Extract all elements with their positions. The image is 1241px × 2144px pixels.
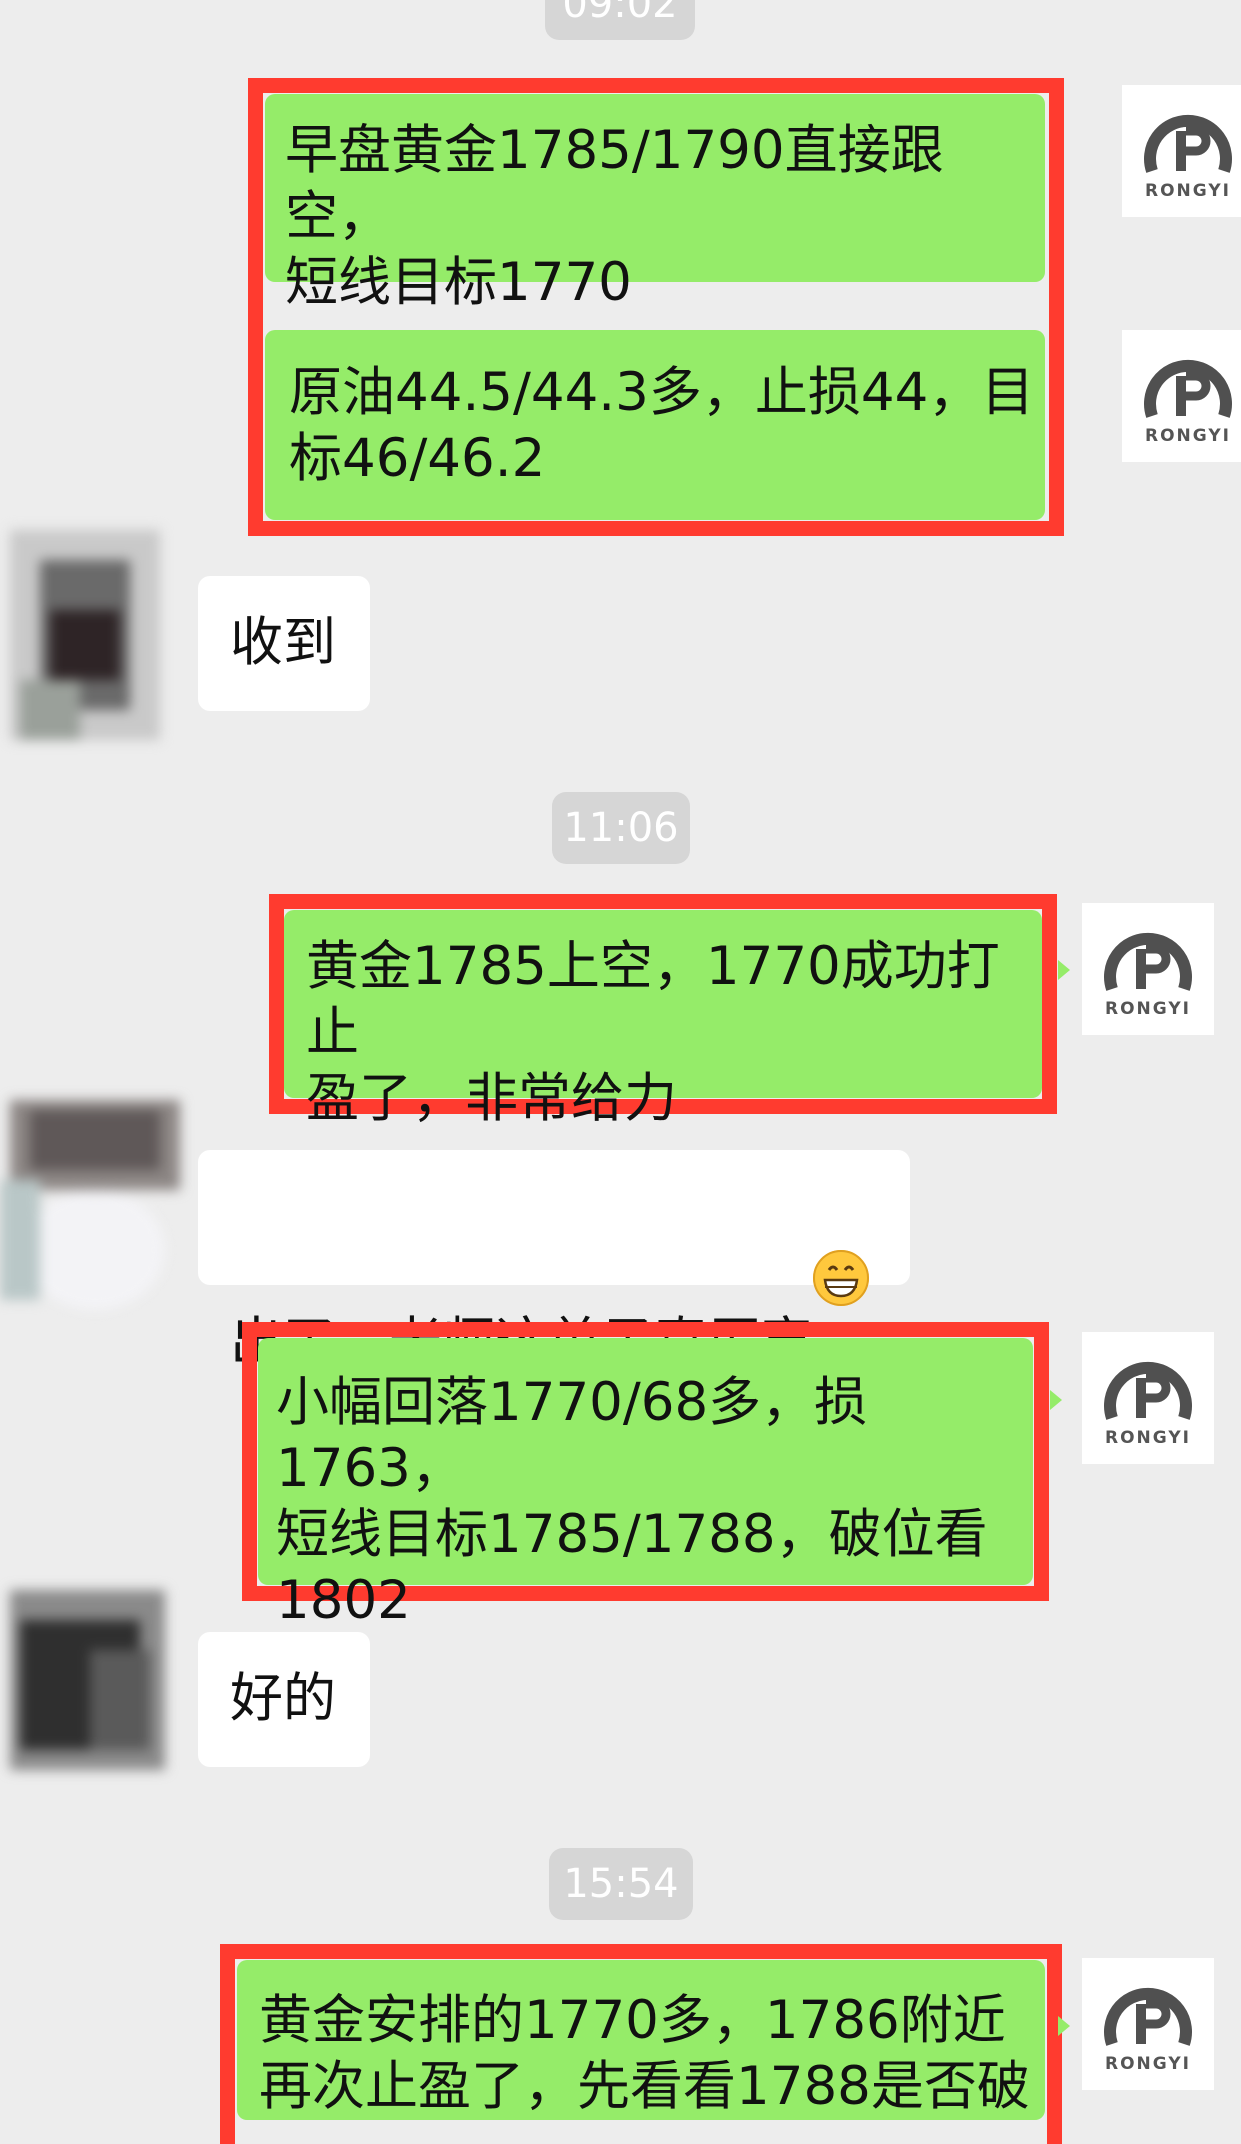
bubble-tail — [1050, 1390, 1062, 1410]
rongyi-logo-icon — [1144, 359, 1232, 418]
message-text: 早盘黄金1785/1790直接跟空， 短线目标1770 — [285, 120, 944, 313]
rongyi-logo-icon — [1104, 932, 1192, 991]
teacher-message-bubble[interactable]: 小幅回落1770/68多，损1763， 短线目标1785/1788，破位看 18… — [258, 1338, 1033, 1631]
teacher-avatar[interactable]: RONGYI — [1082, 1332, 1214, 1464]
bubble-tail — [1058, 2016, 1070, 2036]
message-text: 黄金1785上空，1770成功打止 盈了，非常给力 — [306, 936, 1000, 1129]
logo-caption: RONGYI — [1105, 2054, 1191, 2074]
teacher-avatar[interactable]: RONGYI — [1082, 1958, 1214, 2090]
client-avatar[interactable] — [0, 520, 170, 750]
teacher-message-bubble[interactable]: 黄金安排的1770多，1786附近 再次止盈了，先看看1788是否破 — [237, 1960, 1045, 2120]
teacher-avatar[interactable]: RONGYI — [1082, 903, 1214, 1035]
rongyi-logo-icon — [1104, 1361, 1192, 1420]
timestamp-text: 11:06 — [563, 805, 679, 851]
message-text: 小幅回落1770/68多，损1763， 短线目标1785/1788，破位看 18… — [276, 1372, 988, 1631]
timestamp-1106: 11:06 — [552, 792, 690, 864]
logo-caption: RONGYI — [1105, 999, 1191, 1019]
timestamp-text: 15:54 — [563, 1861, 679, 1907]
timestamp-text: 09:02 — [562, 0, 678, 27]
logo-caption: RONGYI — [1145, 181, 1231, 201]
teacher-avatar[interactable]: RONGYI — [1122, 85, 1241, 217]
message-text: 原油44.5/44.3多，止损44，目 标46/46.2 — [289, 362, 1035, 489]
logo-caption: RONGYI — [1105, 1428, 1191, 1448]
timestamp-0902: 09:02 — [545, 0, 695, 40]
client-message-bubble[interactable]: 收到 — [198, 576, 370, 711]
grinning-face-emoji-icon — [813, 1250, 869, 1306]
client-avatar[interactable] — [0, 1090, 190, 1320]
teacher-avatar[interactable]: RONGYI — [1122, 330, 1241, 462]
bubble-tail — [1058, 960, 1070, 980]
teacher-message-bubble[interactable]: 早盘黄金1785/1790直接跟空， 短线目标1770 — [265, 94, 1045, 313]
teacher-message-bubble[interactable]: 原油44.5/44.3多，止损44，目 标46/46.2 — [265, 330, 1045, 520]
client-message-bubble[interactable]: 出了，老师这单子真厉害 — [198, 1150, 910, 1373]
message-text: 收到 — [230, 612, 336, 673]
message-text: 好的 — [230, 1668, 336, 1729]
timestamp-1554: 15:54 — [549, 1848, 693, 1920]
message-text: 黄金安排的1770多，1786附近 再次止盈了，先看看1788是否破 — [259, 1990, 1030, 2117]
logo-caption: RONGYI — [1145, 426, 1231, 446]
teacher-message-bubble[interactable]: 黄金1785上空，1770成功打止 盈了，非常给力 — [284, 910, 1042, 1129]
rongyi-logo-icon — [1144, 114, 1232, 173]
rongyi-logo-icon — [1104, 1987, 1192, 2046]
client-message-bubble[interactable]: 好的 — [198, 1632, 370, 1767]
client-avatar[interactable] — [0, 1580, 175, 1780]
